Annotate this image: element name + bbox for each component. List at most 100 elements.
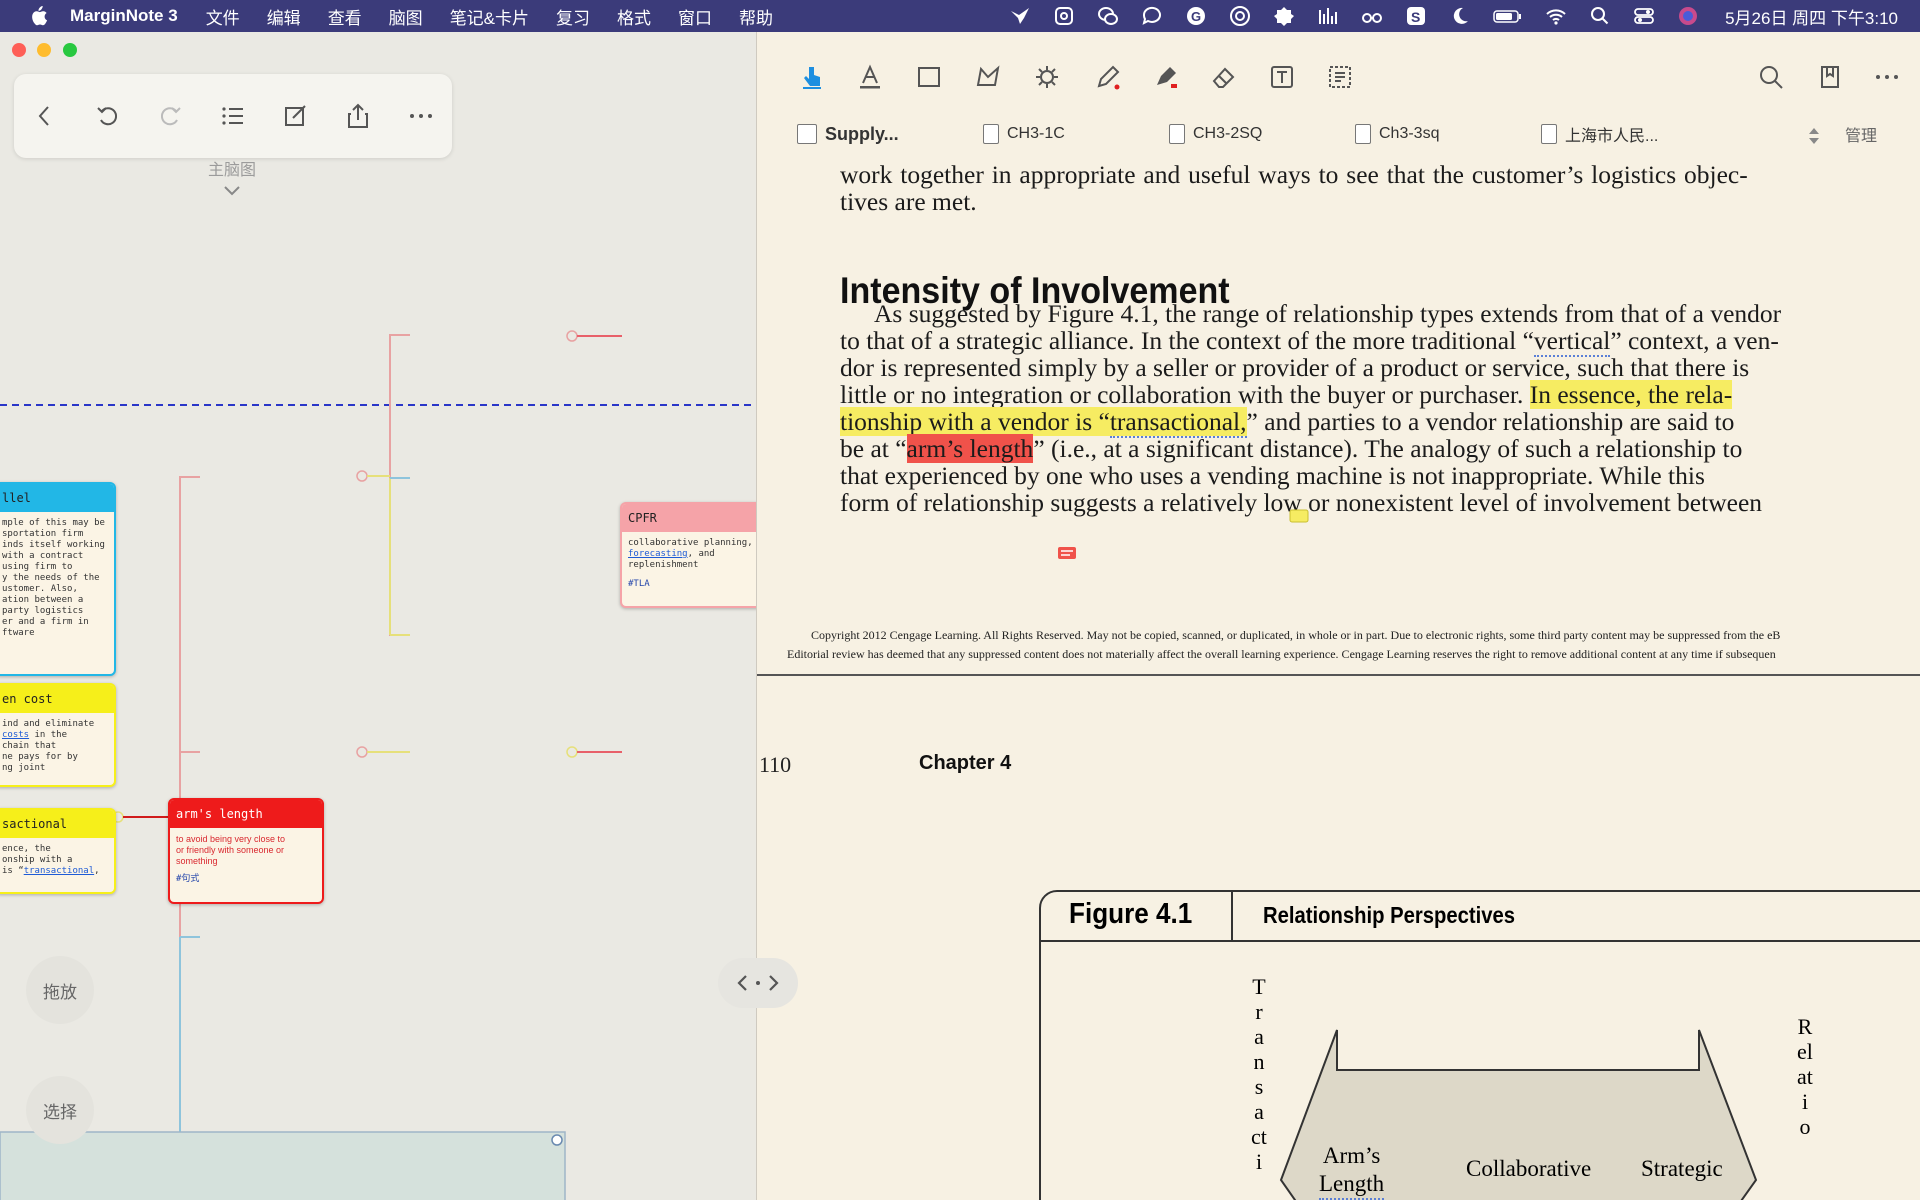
node-title: CPFR bbox=[622, 504, 756, 532]
forecasting-link[interactable]: forecasting bbox=[628, 549, 688, 559]
arrow-label-line: Arm’s bbox=[1322, 1143, 1381, 1168]
zoom-window-button[interactable] bbox=[63, 43, 77, 57]
node-parallel[interactable]: llel mple of this may be sportation firm… bbox=[0, 482, 116, 676]
text-select-icon bbox=[1329, 66, 1351, 88]
marker-tool-button[interactable] bbox=[1151, 62, 1181, 92]
menu-bar: MarginNote 3 文件 编辑 查看 脑图 笔记&卡片 复习 格式 窗口 … bbox=[0, 0, 1920, 32]
more-icon bbox=[1876, 75, 1898, 79]
highlight-essence[interactable]: In essence, the rela- bbox=[1529, 380, 1733, 409]
redo-button[interactable] bbox=[155, 101, 185, 131]
rectangle-select-icon bbox=[918, 67, 940, 87]
menu-mindmap[interactable]: 脑图 bbox=[389, 4, 423, 29]
tab-ch3-1c[interactable]: CH3-1C bbox=[983, 116, 1065, 152]
document-toolbar bbox=[757, 48, 1920, 106]
app-name-menu[interactable]: MarginNote 3 bbox=[70, 6, 178, 26]
rect-select-tool-button[interactable] bbox=[914, 62, 944, 92]
node-body: ence, the onship with a is “transactiona… bbox=[0, 838, 114, 877]
node-cpfr[interactable]: CPFR collaborative planning, forecasting,… bbox=[620, 502, 756, 608]
menu-notes-cards[interactable]: 笔记&卡片 bbox=[450, 4, 529, 29]
search-document-button[interactable] bbox=[1756, 62, 1786, 92]
search-icon[interactable] bbox=[1589, 5, 1611, 27]
search-icon bbox=[1760, 66, 1783, 89]
stats-icon[interactable] bbox=[1317, 5, 1339, 27]
lasso-tool-button[interactable] bbox=[973, 62, 1003, 92]
node-arms-length[interactable]: arm's length to avoid being very close t… bbox=[168, 798, 324, 904]
figure-header-divider bbox=[1231, 892, 1233, 940]
highlight-vendor[interactable]: tionship with a vendor is “transactional… bbox=[840, 407, 1247, 438]
split-view-handle[interactable] bbox=[718, 958, 798, 1008]
close-window-button[interactable] bbox=[12, 43, 26, 57]
minimize-window-button[interactable] bbox=[37, 43, 51, 57]
siri-icon[interactable] bbox=[1677, 5, 1699, 27]
node-tag[interactable]: #句式 bbox=[170, 867, 322, 892]
document-pane[interactable]: Supply... CH3-1C CH3-2SQ Ch3-3sq 上海市人民..… bbox=[756, 32, 1920, 1200]
mindmap-toolbar bbox=[14, 74, 452, 158]
manage-tabs-button[interactable]: 管理 bbox=[1845, 122, 1877, 146]
more-icon bbox=[409, 114, 432, 118]
text-line: little or no integration or collaboratio… bbox=[840, 380, 1733, 410]
mindmap-title[interactable]: 主脑图 bbox=[170, 156, 294, 180]
chat-bubble-icon[interactable] bbox=[1141, 5, 1163, 27]
tab-supply[interactable]: Supply... bbox=[797, 116, 899, 152]
menu-edit[interactable]: 编辑 bbox=[267, 4, 301, 29]
share-button[interactable] bbox=[343, 101, 373, 131]
bird-icon[interactable] bbox=[1009, 5, 1031, 27]
eraser-tool-button[interactable] bbox=[1209, 62, 1239, 92]
hand-tool-button[interactable] bbox=[797, 62, 827, 92]
node-hidden-cost[interactable]: en cost ind and eliminate costs in the ch… bbox=[0, 683, 116, 787]
sort-icon[interactable] bbox=[1807, 126, 1821, 146]
chevron-down-icon[interactable] bbox=[222, 184, 242, 198]
mindmap-pane[interactable]: 主脑图 llel mple of this may be sportation … bbox=[0, 32, 756, 1200]
menu-help[interactable]: 帮助 bbox=[739, 4, 773, 29]
undo-button[interactable] bbox=[93, 101, 123, 131]
ocr-tool-button[interactable] bbox=[1325, 62, 1355, 92]
file-icon bbox=[797, 124, 817, 144]
text-span: tionship with a vendor is “ bbox=[840, 407, 1110, 436]
tab-shanghai[interactable]: 上海市人民... bbox=[1541, 116, 1658, 152]
select-mode-button[interactable]: 选择 bbox=[26, 1076, 94, 1144]
tab-ch3-3sq[interactable]: Ch3-3sq bbox=[1355, 116, 1439, 152]
edit-button[interactable] bbox=[281, 101, 311, 131]
clock[interactable]: 5月26日 周四 下午3:10 bbox=[1725, 4, 1898, 29]
menu-review[interactable]: 复习 bbox=[556, 4, 590, 29]
note-marker-icon[interactable] bbox=[1057, 546, 1077, 562]
pen-tool-button[interactable] bbox=[1093, 62, 1123, 92]
more-button[interactable] bbox=[406, 101, 436, 131]
textbox-tool-button[interactable] bbox=[1267, 62, 1297, 92]
battery-icon[interactable] bbox=[1493, 5, 1523, 27]
tab-ch3-2sq[interactable]: CH3-2SQ bbox=[1169, 116, 1262, 152]
menu-format[interactable]: 格式 bbox=[617, 4, 651, 29]
gear-badge-icon[interactable] bbox=[1273, 5, 1295, 27]
bookmark-button[interactable] bbox=[1815, 62, 1845, 92]
glasses-icon[interactable] bbox=[1361, 5, 1383, 27]
drag-mode-button[interactable]: 拖放 bbox=[26, 956, 94, 1024]
moon-icon[interactable] bbox=[1449, 5, 1471, 27]
node-title: en cost bbox=[0, 685, 114, 713]
note-marker-icon[interactable] bbox=[1289, 509, 1309, 525]
wifi-icon[interactable] bbox=[1545, 5, 1567, 27]
wechat-icon[interactable] bbox=[1097, 5, 1119, 27]
document-more-button[interactable] bbox=[1872, 62, 1902, 92]
node-transactional[interactable]: sactional ence, the onship with a is “tr… bbox=[0, 808, 116, 894]
node-tag[interactable]: #TLA bbox=[622, 571, 756, 597]
menu-view[interactable]: 查看 bbox=[328, 4, 362, 29]
scan-icon[interactable] bbox=[1053, 5, 1075, 27]
figure-right-vertical: Relatio bbox=[1797, 1014, 1813, 1139]
back-button[interactable] bbox=[30, 101, 60, 131]
creative-cloud-icon[interactable] bbox=[1229, 5, 1251, 27]
apple-icon[interactable] bbox=[28, 6, 48, 26]
text-span: ” context, a ven- bbox=[1610, 326, 1779, 355]
menu-window[interactable]: 窗口 bbox=[678, 4, 712, 29]
text-highlight-tool-button[interactable] bbox=[855, 62, 885, 92]
costs-link[interactable]: costs bbox=[2, 730, 29, 740]
control-center-icon[interactable] bbox=[1633, 5, 1655, 27]
transactional-link[interactable]: transactional bbox=[24, 866, 94, 876]
s-app-icon[interactable]: S bbox=[1405, 5, 1427, 27]
grammarly-icon[interactable]: G bbox=[1185, 5, 1207, 27]
highlight-arms-length[interactable]: arm’s length bbox=[906, 434, 1034, 463]
node-title: arm's length bbox=[170, 800, 322, 828]
outline-button[interactable] bbox=[218, 101, 248, 131]
menu-file[interactable]: 文件 bbox=[206, 4, 240, 29]
auto-tool-button[interactable] bbox=[1032, 62, 1062, 92]
text-span: ” (i.e., at a significant distance). The… bbox=[1033, 434, 1743, 463]
